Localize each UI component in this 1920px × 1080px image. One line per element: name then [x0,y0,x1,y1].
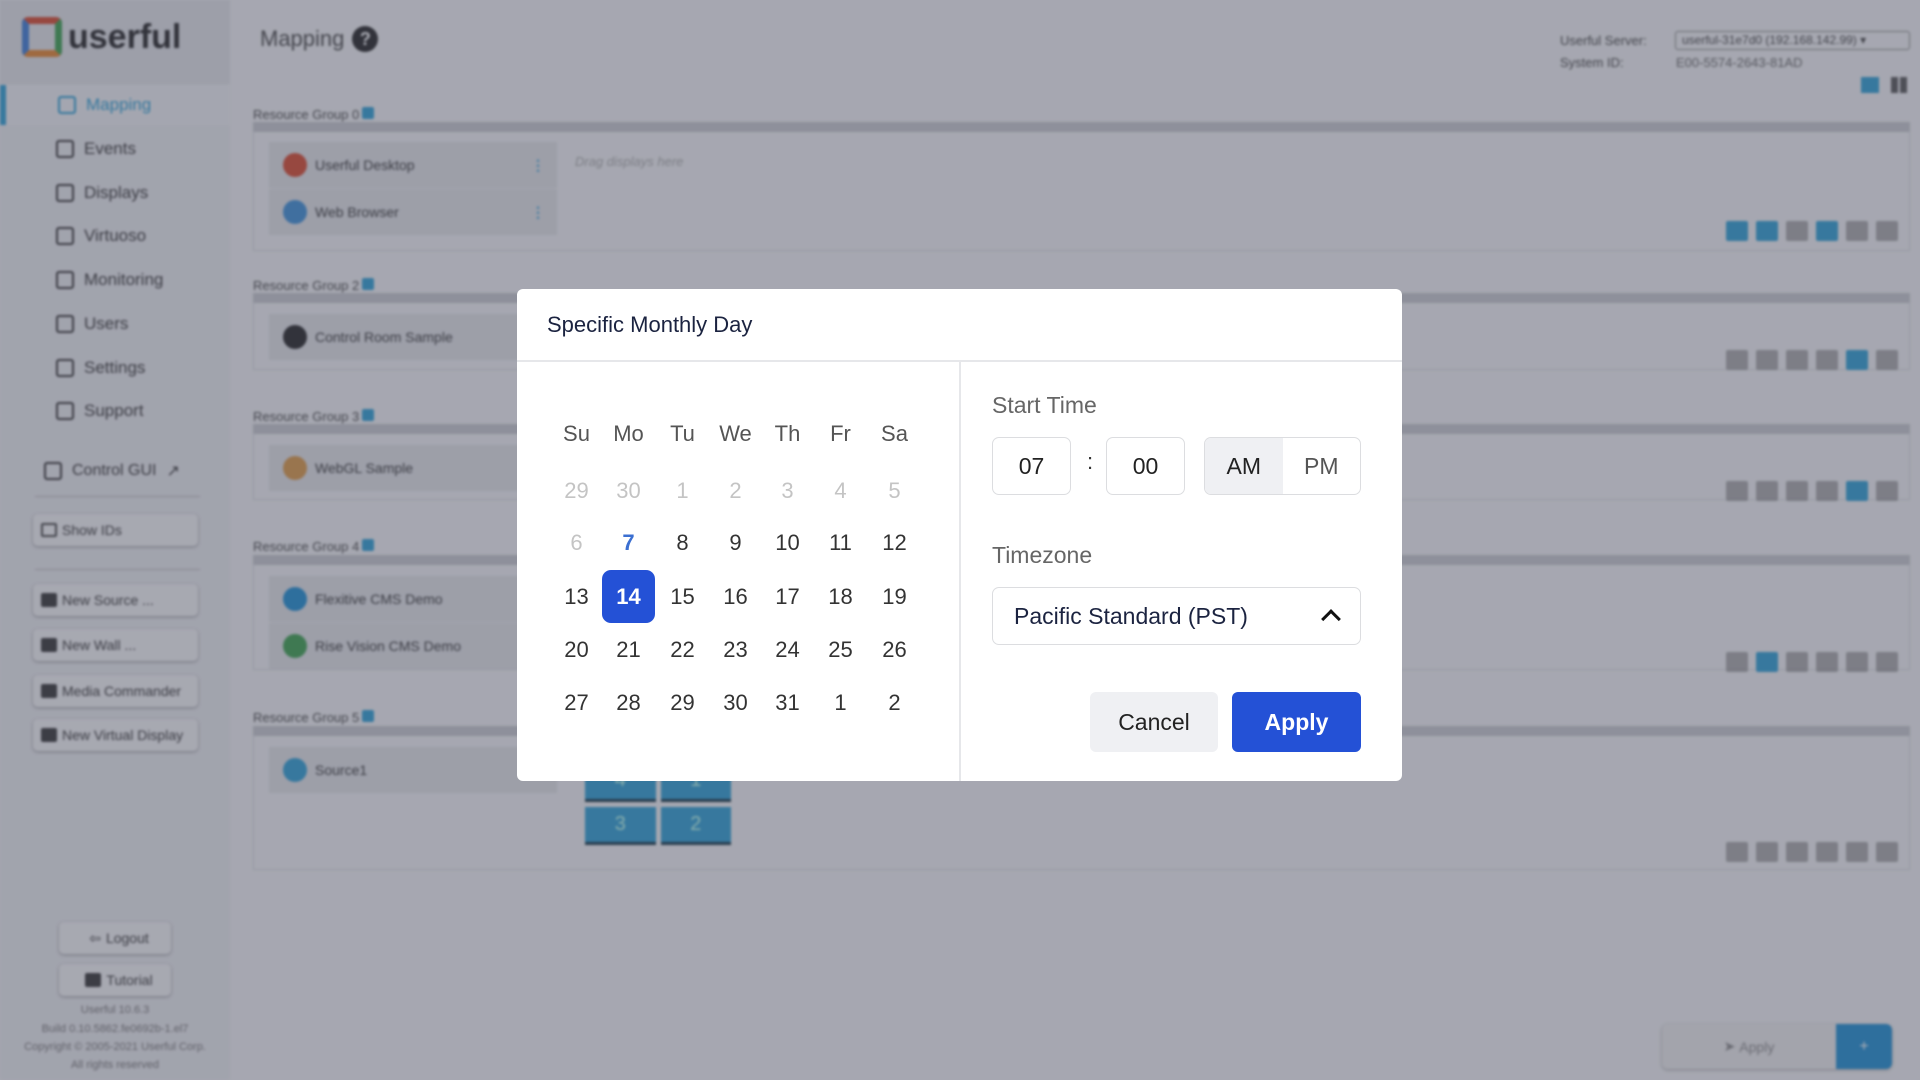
calendar-day[interactable]: 2 [709,464,762,517]
calendar-day[interactable]: 10 [761,516,814,569]
calendar-day[interactable]: 30 [602,464,655,517]
timezone-label: Timezone [992,542,1093,568]
weekday-header: Fr [830,421,851,446]
calendar-day[interactable]: 24 [761,623,814,676]
calendar-day[interactable]: 15 [656,570,709,623]
calendar-day[interactable]: 31 [761,676,814,729]
calendar-day[interactable]: 7 [602,516,655,569]
calendar-day[interactable]: 28 [602,676,655,729]
calendar-day[interactable]: 20 [550,623,603,676]
calendar-day[interactable]: 29 [550,464,603,517]
calendar-day[interactable]: 25 [814,623,867,676]
calendar-day[interactable]: 23 [709,623,762,676]
dialog-title: Specific Monthly Day [547,311,753,337]
weekday-header: Tu [670,421,695,446]
time-separator: : [1087,449,1094,474]
calendar-day[interactable]: 21 [602,623,655,676]
calendar-day[interactable]: 14 [602,570,655,623]
calendar-day[interactable]: 1 [814,676,867,729]
calendar-day[interactable]: 27 [550,676,603,729]
calendar-day[interactable]: 30 [709,676,762,729]
calendar-day[interactable]: 26 [868,623,921,676]
weekday-header: Mo [613,421,644,446]
weekday-header: Su [563,421,590,446]
am-option[interactable]: AM [1205,438,1283,494]
calendar-day[interactable]: 29 [656,676,709,729]
calendar-day[interactable]: 22 [656,623,709,676]
specific-monthly-day-dialog: Specific Monthly Day Su Mo Tu We Th Fr Sa 29 30 1… [517,289,1402,781]
divider [959,362,961,781]
calendar-day[interactable]: 4 [814,464,867,517]
apply-button[interactable]: Apply [1232,692,1361,752]
calendar-day[interactable]: 9 [709,516,762,569]
calendar-day[interactable]: 2 [868,676,921,729]
calendar-day[interactable]: 18 [814,570,867,623]
dialog-header: Specific Monthly Day [517,289,1402,362]
calendar-day[interactable]: 6 [550,516,603,569]
weekday-header: Th [774,421,801,446]
timezone-value: Pacific Standard (PST) [1014,602,1248,629]
timezone-select[interactable]: Pacific Standard (PST) [992,587,1361,645]
calendar-day[interactable]: 8 [656,516,709,569]
calendar-day[interactable]: 3 [761,464,814,517]
calendar-day[interactable]: 11 [814,516,867,569]
calendar-day[interactable]: 19 [868,570,921,623]
hour-input[interactable]: 07 [992,437,1071,495]
calendar-day[interactable]: 13 [550,570,603,623]
weekday-header: Sa [881,421,908,446]
calendar-day[interactable]: 17 [761,570,814,623]
calendar-day[interactable]: 5 [868,464,921,517]
calendar-day[interactable]: 12 [868,516,921,569]
cancel-button[interactable]: Cancel [1090,692,1218,752]
chevron-up-icon [1321,609,1341,629]
weekday-header: We [719,421,752,446]
am-pm-toggle: AM PM [1204,437,1361,495]
calendar-day[interactable]: 1 [656,464,709,517]
minute-input[interactable]: 00 [1106,437,1185,495]
calendar-day[interactable]: 16 [709,570,762,623]
start-time-label: Start Time [992,392,1097,418]
pm-option[interactable]: PM [1283,438,1361,494]
